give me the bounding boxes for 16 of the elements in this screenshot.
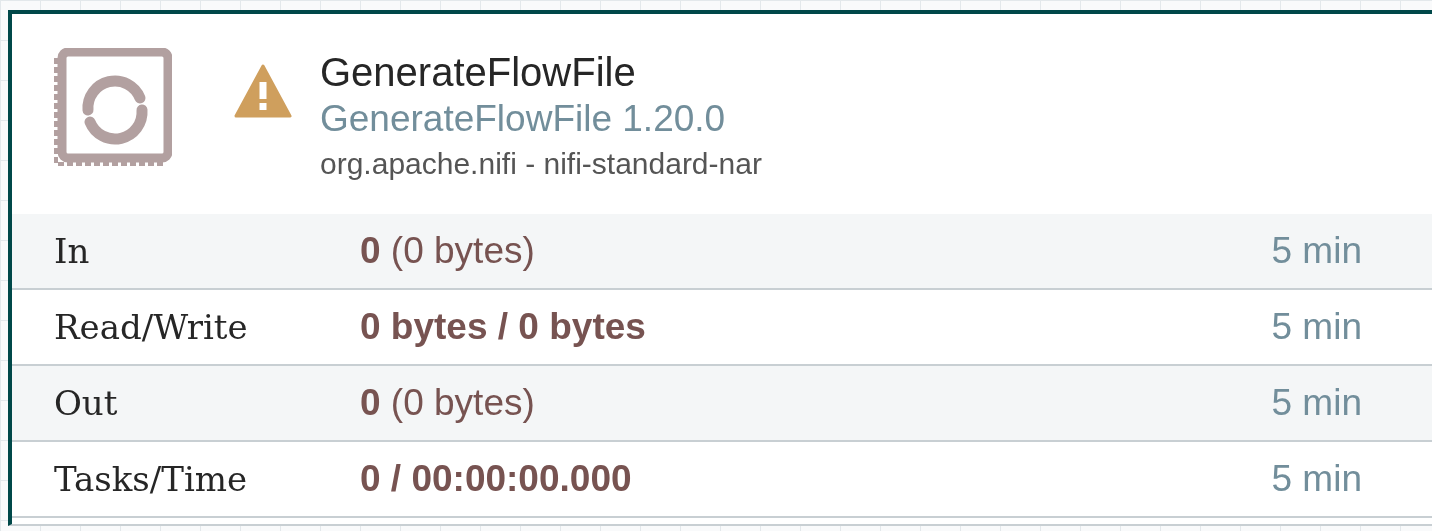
stat-label: In — [54, 231, 91, 271]
processor-card[interactable]: GenerateFlowFile GenerateFlowFile 1.20.0 org.apache.nifi - nifi-standard-nar In 0 (0 bytes) 5 min Read/Write 0 bytes / 0 bytes 5 min Out 0 (0 bytes) 5 min Tasks/Time 0 / 00:00:00.000 5 min — [8, 10, 1432, 526]
stat-label: Read/Write — [54, 307, 249, 347]
stat-window: 5 min — [1271, 306, 1362, 348]
stat-window: 5 min — [1271, 230, 1362, 272]
stat-window: 5 min — [1271, 458, 1362, 500]
stat-label: Out — [54, 383, 119, 423]
processor-type: GenerateFlowFile 1.20.0 — [320, 97, 727, 141]
processor-name: GenerateFlowFile — [320, 49, 637, 96]
stat-value: 0 bytes / 0 bytes — [360, 306, 646, 348]
stat-value: 0 / 00:00:00.000 — [360, 458, 632, 500]
stat-value: 0 (0 bytes) — [360, 382, 535, 424]
stat-value: 0 (0 bytes) — [360, 230, 535, 272]
processor-bundle: org.apache.nifi - nifi-standard-nar — [320, 146, 762, 182]
stat-label: Tasks/Time — [54, 459, 249, 499]
stat-window: 5 min — [1271, 382, 1362, 424]
